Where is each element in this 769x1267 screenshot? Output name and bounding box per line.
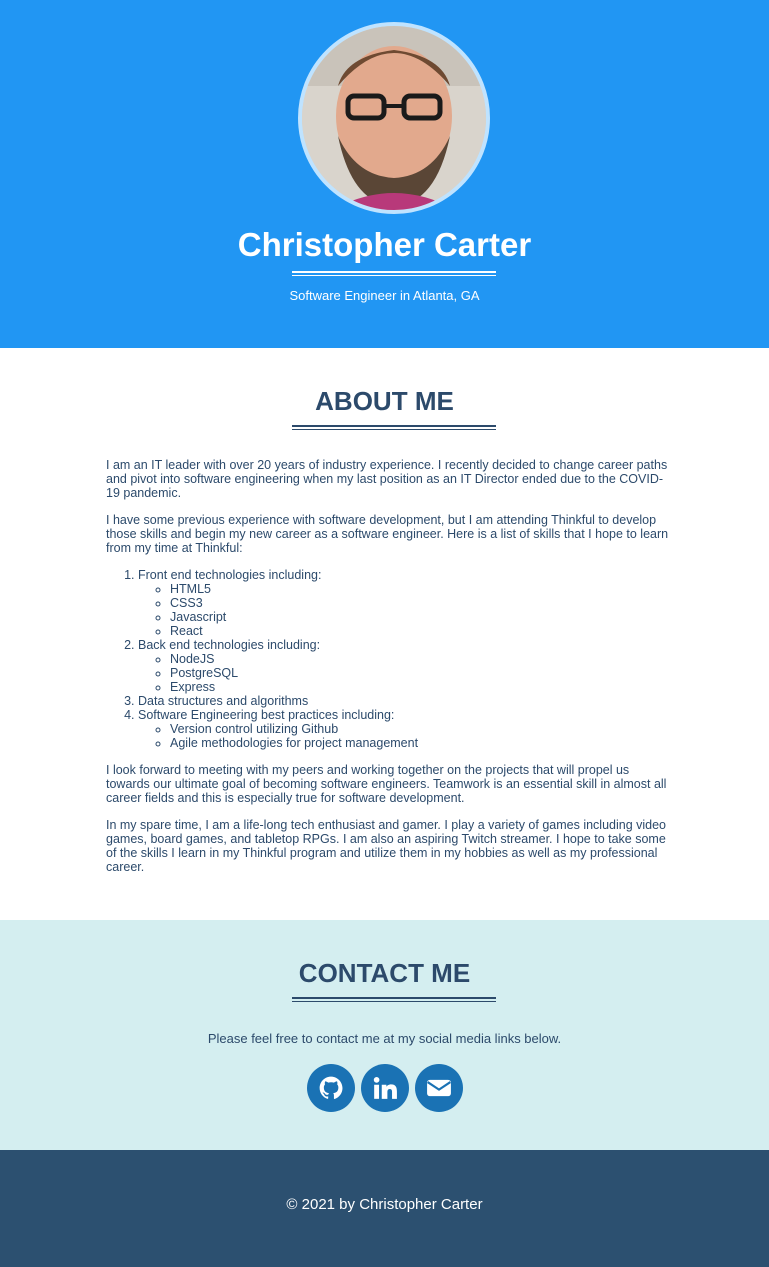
about-paragraph: I have some previous experience with sof… — [106, 513, 669, 555]
skill-label: Back end technologies including: — [138, 638, 321, 652]
skills-list: Front end technologies including: HTML5 … — [138, 568, 676, 750]
github-link[interactable] — [306, 1064, 355, 1112]
list-item: PostgreSQL — [170, 666, 676, 680]
about-body: I am an IT leader with over 20 years of … — [106, 458, 676, 887]
linkedin-link[interactable] — [360, 1064, 409, 1112]
sub-list: NodeJS PostgreSQL Express — [170, 652, 676, 694]
about-section: ABOUT ME I am an IT leader with over 20 … — [0, 348, 769, 920]
email-link[interactable] — [414, 1064, 463, 1112]
hero-header: Christopher Carter Software Engineer in … — [0, 0, 769, 348]
about-paragraph: I am an IT leader with over 20 years of … — [106, 458, 668, 500]
skill-label: Front end technologies including: — [138, 568, 322, 582]
footer-copyright: © 2021 by Christopher Carter — [286, 1196, 483, 1213]
list-item: Javascript — [170, 610, 676, 624]
sub-list: Version control utilizing Github Agile m… — [170, 722, 676, 750]
about-paragraph: I look forward to meeting with my peers … — [106, 763, 667, 805]
linkedin-icon — [373, 1077, 397, 1099]
list-item: React — [170, 624, 676, 638]
hero-subtitle: Software Engineer in Atlanta, GA — [289, 288, 480, 303]
github-icon — [319, 1076, 342, 1099]
list-item: Agile methodologies for project manageme… — [170, 736, 676, 750]
contact-text: Please feel free to contact me at my soc… — [207, 1031, 562, 1046]
hero-divider — [292, 271, 496, 276]
list-item: Version control utilizing Github — [170, 722, 676, 736]
hero-name: Christopher Carter — [237, 226, 532, 263]
list-item: Data structures and algorithms — [138, 694, 676, 708]
list-item: Back end technologies including: NodeJS … — [138, 638, 676, 694]
list-item: HTML5 — [170, 582, 676, 596]
list-item: Express — [170, 680, 676, 694]
sub-list: HTML5 CSS3 Javascript React — [170, 582, 676, 638]
list-item: NodeJS — [170, 652, 676, 666]
list-item: Front end technologies including: HTML5 … — [138, 568, 676, 638]
skill-label: Data structures and algorithms — [138, 694, 309, 708]
footer: © 2021 by Christopher Carter — [0, 1150, 769, 1267]
about-divider — [292, 425, 496, 430]
avatar — [298, 22, 490, 214]
list-item: Software Engineering best practices incl… — [138, 708, 676, 750]
social-links — [0, 1064, 769, 1112]
about-paragraph: In my spare time, I am a life-long tech … — [106, 818, 667, 874]
contact-title: CONTACT ME — [298, 958, 471, 988]
contact-section: CONTACT ME Please feel free to contact m… — [0, 920, 769, 1150]
list-item: CSS3 — [170, 596, 676, 610]
contact-divider — [292, 997, 496, 1002]
profile-photo — [302, 26, 486, 210]
about-title: ABOUT ME — [315, 386, 454, 416]
envelope-icon — [426, 1079, 451, 1097]
skill-label: Software Engineering best practices incl… — [138, 708, 395, 722]
